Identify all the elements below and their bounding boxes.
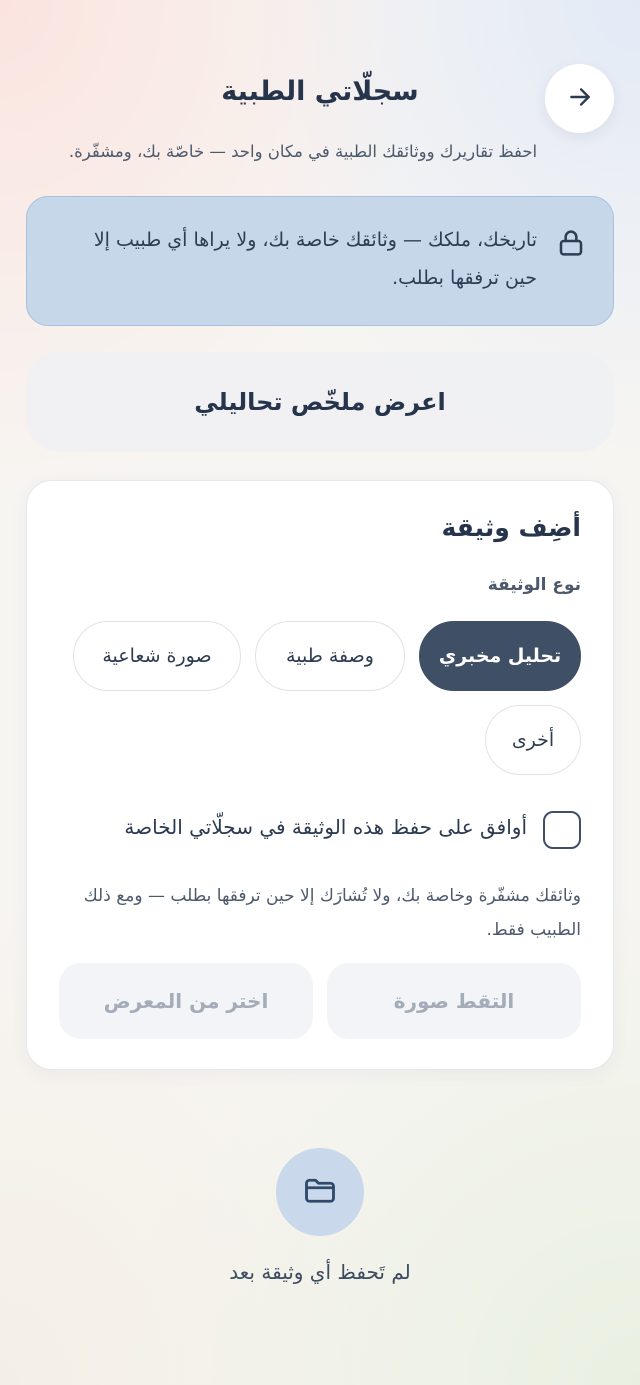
page-subtitle: احفظ تقاريرك ووثائقك الطبية في مكان واحد… (68, 142, 538, 161)
type-chip-prescription[interactable]: وصفة طبية (255, 621, 405, 691)
type-chip-other[interactable]: أخرى (485, 705, 581, 775)
consent-label: أوافق على حفظ هذه الوثيقة في سجلّاتي الخ… (124, 815, 527, 839)
add-document-card: أضِف وثيقة نوع الوثيقة تحليل مخبري وصفة … (26, 480, 614, 1070)
type-chip-xray[interactable]: صورة شعاعية (73, 621, 241, 691)
choose-from-gallery-button[interactable]: اختر من المعرض (59, 963, 313, 1039)
view-summary-button[interactable]: اعرض ملخّص تحاليلي (26, 352, 614, 452)
empty-state-text: لم تَحفظ أي وثيقة بعد (229, 1260, 411, 1284)
page-title: سجلّاتي الطبية (221, 76, 419, 107)
empty-state-icon-circle (276, 1148, 364, 1236)
lock-icon (555, 227, 587, 259)
type-chip-lab-test[interactable]: تحليل مخبري (419, 621, 581, 691)
consent-row[interactable]: أوافق على حفظ هذه الوثيقة في سجلّاتي الخ… (61, 809, 581, 849)
capture-photo-button[interactable]: التقط صورة (327, 963, 581, 1039)
privacy-banner-text: تاريخك، ملكك — وثائقك خاصة بك، ولا يراها… (93, 229, 537, 289)
privacy-note: وثائقك مشفّرة وخاصة بك، ولا تُشارَك إلا … (83, 886, 581, 940)
folder-icon (302, 1172, 338, 1212)
consent-checkbox[interactable] (543, 811, 581, 849)
privacy-banner: تاريخك، ملكك — وثائقك خاصة بك، ولا يراها… (26, 196, 614, 326)
document-type-label: نوع الوثيقة (487, 575, 581, 595)
card-title: أضِف وثيقة (441, 513, 582, 542)
